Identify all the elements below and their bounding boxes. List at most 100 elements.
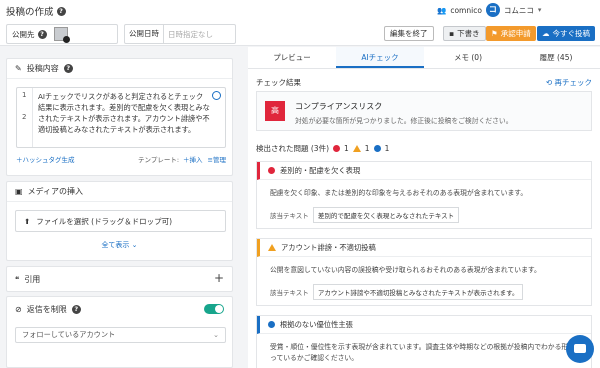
editor-text[interactable]: AIチェックでリスクがあると判定されるとチェック結果に表示されます。差別的で配慮… xyxy=(38,91,210,135)
template-label: テンプレート: xyxy=(138,156,180,164)
quote-icon: ❝ xyxy=(15,274,20,284)
risk-summary: 高 コンプライアンスリスク 対処が必要な箇所が見つかりました。修正後に投稿をご検… xyxy=(256,91,592,131)
page-title: 投稿の作成 ? xyxy=(6,4,66,18)
save-icon: ▪ xyxy=(449,29,455,38)
template-manage-link[interactable]: ≡管理 xyxy=(208,154,226,164)
flag-icon: ⚑ xyxy=(491,29,498,38)
end-edit-label: 編集を終了 xyxy=(390,29,428,38)
chevron-down-icon: ⌄ xyxy=(212,330,219,339)
issue-excerpt: 該当テキスト アカウント誹謗や不適切投稿とみなされたテキストが表示されます。 xyxy=(270,284,524,300)
issue-description: 受賞・順位・優位性を示す表現が含まれています。調査主体や時期などの根拠が投稿内で… xyxy=(270,343,582,362)
account-avatar: コ xyxy=(485,3,500,17)
quote-card-header: ❝ 引用 xyxy=(7,267,232,291)
reply-restriction-toggle[interactable] xyxy=(204,304,224,314)
recheck-label: 再チェック xyxy=(554,78,593,87)
content-card-header: ✎ 投稿内容 ? xyxy=(7,59,232,79)
publish-date-field[interactable]: 公開日時 日時指定なし xyxy=(124,24,236,44)
page-title-text: 投稿の作成 xyxy=(6,7,54,18)
quote-title: 引用 xyxy=(24,274,41,284)
issue-title: アカウント誹謗・不適切投稿 xyxy=(281,242,376,252)
upload-label: ファイルを選択 (ドラッグ＆ドロップ可) xyxy=(36,216,173,226)
check-result-title: チェック結果 xyxy=(256,78,301,87)
help-icon[interactable]: ? xyxy=(71,304,81,314)
issues-count-title: 検出された問題 (3件) xyxy=(256,144,330,153)
chevron-down-icon: ▾ xyxy=(537,6,542,14)
publish-to-label: 公開先 xyxy=(12,29,35,39)
chat-support-icon[interactable] xyxy=(566,335,594,363)
pencil-icon: ✎ xyxy=(15,64,22,73)
quote-card[interactable]: ❝ 引用 + xyxy=(6,266,233,292)
upload-icon: ⬆ xyxy=(24,216,31,226)
side-panel: プレビュー AIチェック メモ (0) 履歴 (45) チェック結果 ⟲ 再チェ… xyxy=(248,47,600,368)
issue-header: 差別的・配慮を欠く表現 xyxy=(257,162,591,180)
block-icon: ⊘ xyxy=(15,304,22,314)
error-count: 1 xyxy=(344,144,349,153)
issue-header: アカウント誹謗・不適切投稿 xyxy=(257,239,591,257)
reply-restriction-card: ⊘ 返信を制限 ? フォローしているアカウント ⌄ xyxy=(6,296,233,368)
issue-header: 根拠のない優位性主張 xyxy=(257,316,591,334)
template-insert-link[interactable]: ＋挿入 xyxy=(183,154,203,164)
excerpt-label: 該当テキスト xyxy=(270,289,309,297)
issue-card: アカウント誹謗・不適切投稿 公開を意図していない内容の誤投稿や受け取られるおそれ… xyxy=(256,238,592,306)
risk-level-badge: 高 xyxy=(265,101,285,121)
line-number-gutter: 1 2 xyxy=(17,88,33,147)
composer-panel: ✎ 投稿内容 ? 1 2 AIチェックでリスクがあると判定されるとチェック結果に… xyxy=(6,54,233,368)
image-icon: ▣ xyxy=(15,187,23,196)
draft-button[interactable]: ▪ 下書き xyxy=(443,26,486,41)
warning-icon xyxy=(352,145,361,152)
tab-history[interactable]: 履歴 (45) xyxy=(512,47,600,68)
risk-title: コンプライアンスリスク xyxy=(295,102,383,111)
end-edit-button[interactable]: 編集を終了 xyxy=(384,26,434,41)
issue-description: 公開を意図していない内容の誤投稿や受け取られるおそれのある表現が含まれています。 xyxy=(270,266,541,274)
chevron-down-icon: ⌄ xyxy=(131,241,138,249)
reply-select-value: フォローしているアカウント xyxy=(22,330,116,339)
info-count: 1 xyxy=(384,144,390,153)
issue-card: 根拠のない優位性主張 受賞・順位・優位性を示す表現が含まれています。調査主体や時… xyxy=(256,315,592,368)
approval-request-button[interactable]: ⚑ 承認申請 xyxy=(486,26,536,41)
issue-card: 差別的・配慮を欠く表現 配慮を欠く印象、または差別的な印象を与えるおそれのある表… xyxy=(256,161,592,229)
draft-label: 下書き xyxy=(457,29,480,38)
post-editor[interactable]: 1 2 AIチェックでリスクがあると判定されるとチェック結果に表示されます。差別… xyxy=(16,87,226,148)
help-icon[interactable]: ? xyxy=(37,29,47,39)
publish-date-placeholder[interactable]: 日時指定なし xyxy=(164,29,213,40)
issue-title: 差別的・配慮を欠く表現 xyxy=(280,165,361,175)
issue-title: 根拠のない優位性主張 xyxy=(280,319,353,329)
account-switcher[interactable]: 👥 comnico コ コムニコ ▾ xyxy=(437,3,541,17)
cloud-upload-icon: ☁ xyxy=(542,29,550,38)
error-icon xyxy=(333,145,341,152)
info-icon xyxy=(268,321,275,328)
issue-excerpt: 該当テキスト 差別的で配慮を欠く表現とみなされたテキスト xyxy=(270,207,460,223)
content-card: ✎ 投稿内容 ? 1 2 AIチェックでリスクがあると判定されるとチェック結果に… xyxy=(6,58,233,176)
tab-preview[interactable]: プレビュー xyxy=(248,47,336,68)
hashtag-generate-link[interactable]: ＋ハッシュタグ生成 xyxy=(16,154,75,164)
post-now-label: 今すぐ投稿 xyxy=(552,29,591,38)
show-all-link[interactable]: 全て表示 ⌄ xyxy=(7,240,232,250)
media-card: ▣ メディアの挿入 ⬆ ファイルを選択 (ドラッグ＆ドロップ可) 全て表示 ⌄ xyxy=(6,181,233,261)
reply-restriction-select[interactable]: フォローしているアカウント ⌄ xyxy=(15,327,226,343)
emoji-icon[interactable] xyxy=(212,91,221,100)
show-all-label: 全て表示 xyxy=(101,241,130,249)
tab-ai-check[interactable]: AIチェック xyxy=(336,47,424,68)
content-title: 投稿内容 xyxy=(26,64,59,73)
account-short-name: コムニコ xyxy=(503,5,534,15)
issue-description: 配慮を欠く印象、または差別的な印象を与えるおそれのある表現が含まれています。 xyxy=(270,189,528,197)
help-icon[interactable]: ? xyxy=(63,64,73,73)
warning-icon xyxy=(268,244,276,251)
file-upload-button[interactable]: ⬆ ファイルを選択 (ドラッグ＆ドロップ可) xyxy=(15,210,226,232)
post-now-button[interactable]: ☁ 今すぐ投稿 xyxy=(537,26,595,41)
media-card-header: ▣ メディアの挿入 xyxy=(7,182,232,202)
issues-header: 検出された問題 (3件) 1 1 1 xyxy=(256,143,389,154)
target-account-avatar[interactable] xyxy=(53,27,70,43)
recheck-button[interactable]: ⟲ 再チェック xyxy=(546,77,592,88)
line-number: 2 xyxy=(22,113,27,121)
excerpt-value: 差別的で配慮を欠く表現とみなされたテキスト xyxy=(312,207,460,223)
warning-count: 1 xyxy=(364,144,370,153)
publish-to-field[interactable]: 公開先 ? xyxy=(6,24,118,44)
tab-memo[interactable]: メモ (0) xyxy=(424,47,512,68)
top-header: 投稿の作成 ? 👥 comnico コ コムニコ ▾ 公開先 ? 公開日時 日時… xyxy=(0,0,600,46)
media-title: メディアの挿入 xyxy=(27,187,84,196)
add-quote-button[interactable]: + xyxy=(214,271,224,285)
reply-title: 返信を制限 xyxy=(26,304,67,314)
help-icon[interactable]: ? xyxy=(56,6,66,16)
side-tabs: プレビュー AIチェック メモ (0) 履歴 (45) xyxy=(248,47,600,69)
